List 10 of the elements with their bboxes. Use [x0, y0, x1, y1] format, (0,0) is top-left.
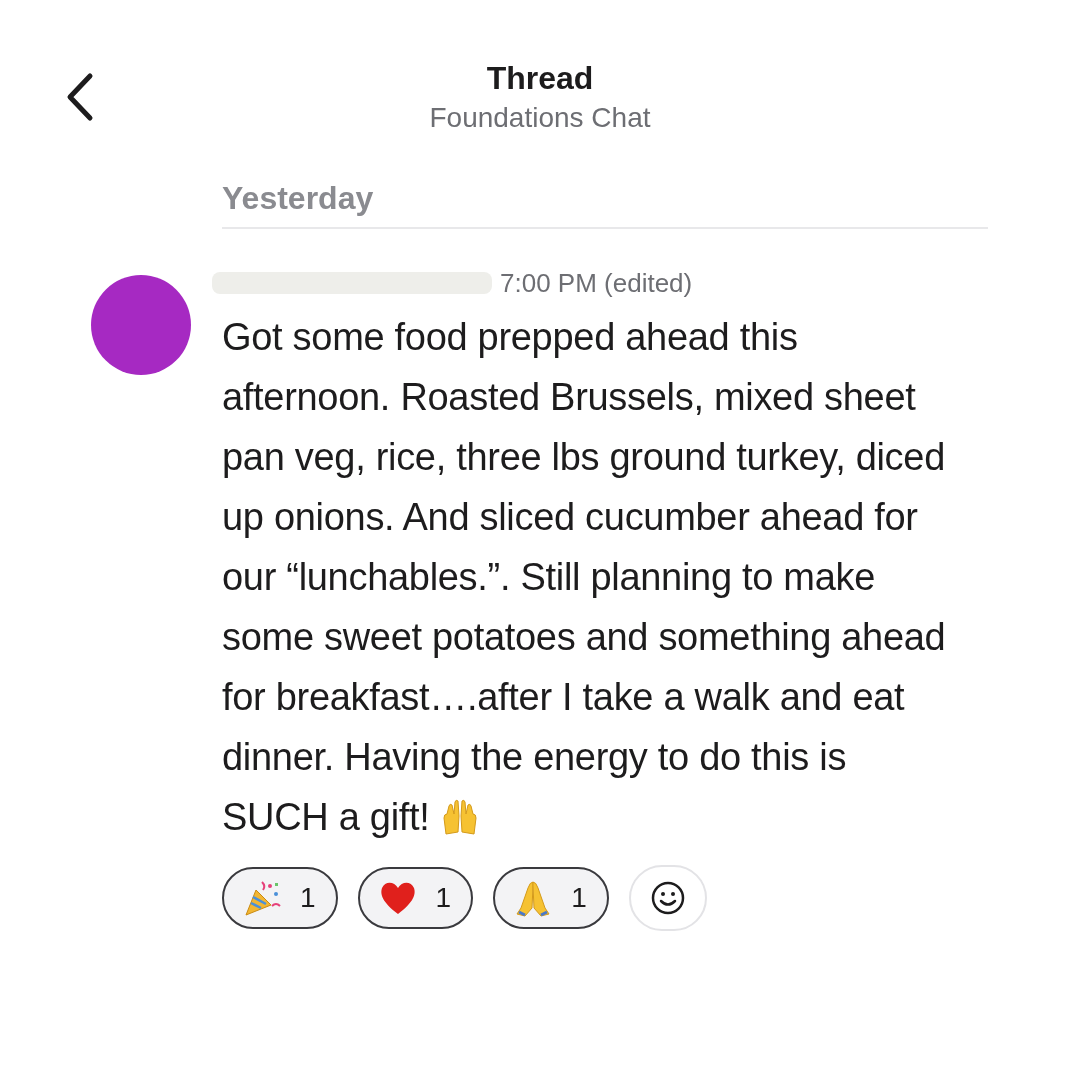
smiley-icon [649, 880, 686, 916]
thread-title: Thread [486, 59, 594, 98]
date-divider: Yesterday [222, 180, 988, 229]
channel-name: Foundations Chat [429, 101, 651, 135]
message-time: 7:00 PM (edited) [500, 267, 693, 299]
message-text: Got some food prepped ahead this afternoon. Roasted Brussels, mixed sheet pan veg, rice, three lbs ground turkey, diced up onions. And sliced cucumber ahead for our “lunchables.”. Still planning to make some sweet potatoes and something ahead for breakfast….after I take a walk and eat dinner. Having the energy to do this is SUCH a gift! [222, 315, 947, 840]
reaction-button[interactable]: 1 [222, 867, 338, 929]
reaction-button[interactable]: 1 [357, 867, 474, 929]
party-popper-icon [242, 878, 282, 918]
reaction-button[interactable]: 1 [493, 867, 609, 929]
